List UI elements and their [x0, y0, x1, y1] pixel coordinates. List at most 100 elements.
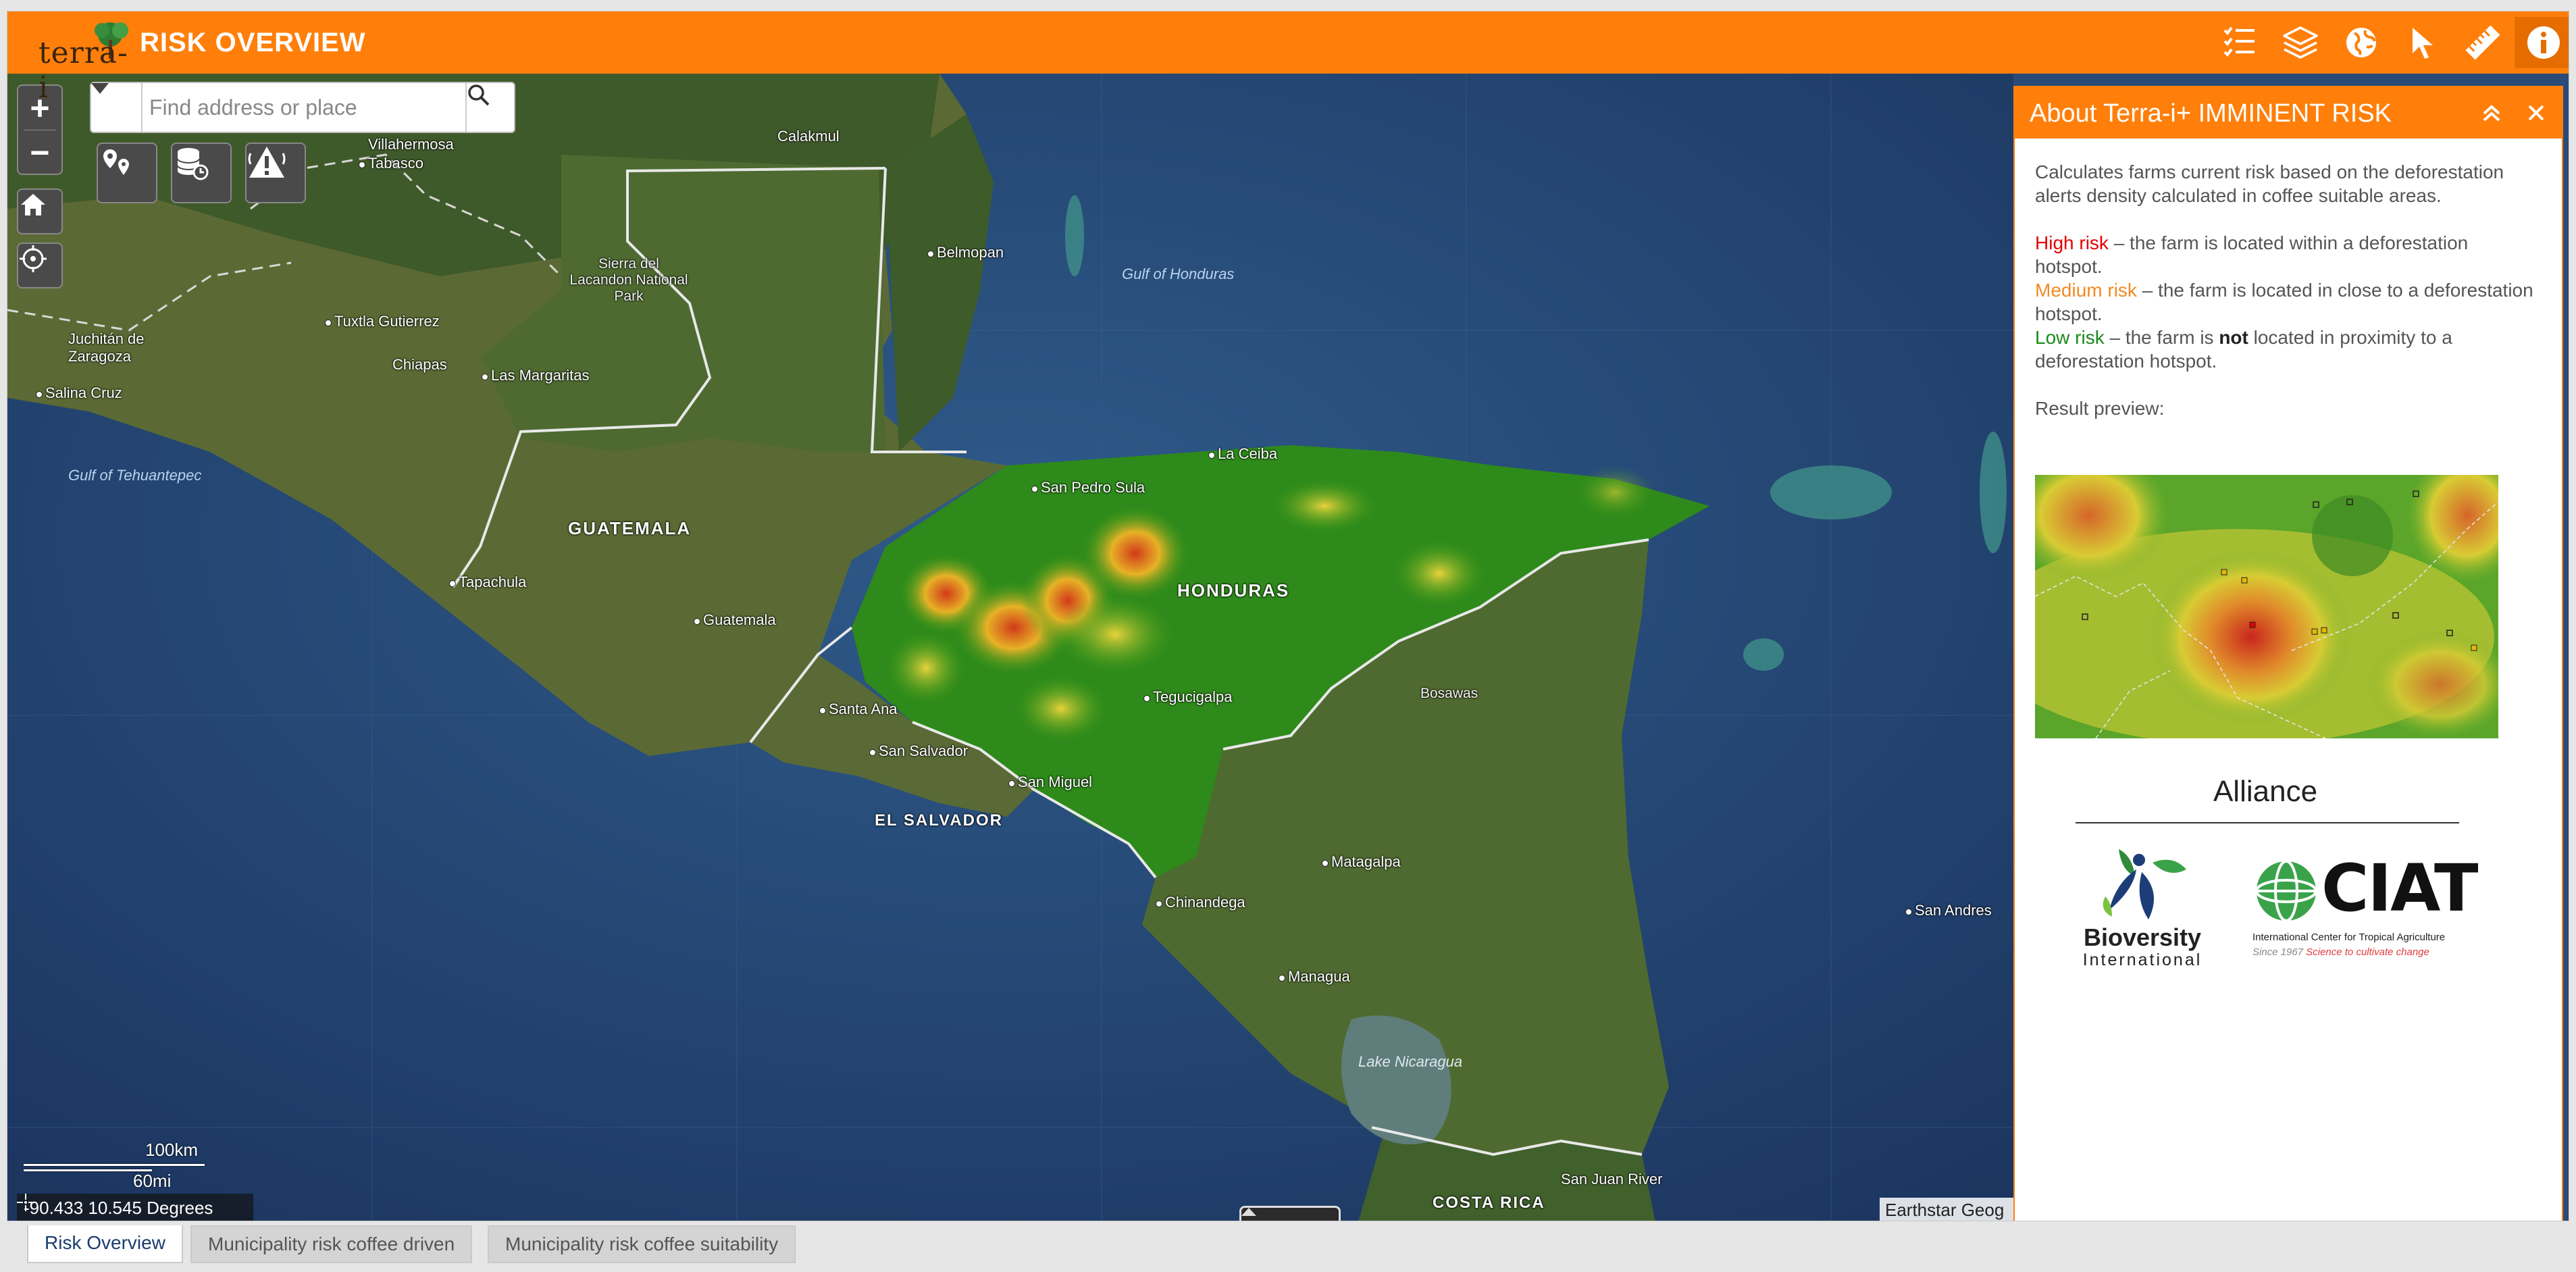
label-calakmul: Calakmul [777, 128, 840, 145]
crosshair-small-icon [17, 1194, 34, 1211]
label-tapachula: Tapachula [448, 574, 527, 590]
close-panel-button[interactable] [2520, 97, 2552, 129]
label-belmopan: Belmopan [927, 244, 1004, 261]
warning-icon [248, 147, 286, 178]
select-button[interactable] [2393, 17, 2451, 68]
label-gulf-honduras: Gulf of Honduras [1122, 265, 1235, 282]
list-button[interactable] [2211, 17, 2269, 68]
label-bosawas: Bosawas [1420, 686, 1478, 701]
label-guatemala-city: Guatemala [694, 611, 776, 628]
label-santa-ana: Santa Ana [819, 701, 898, 717]
globe-icon [2346, 28, 2376, 57]
tab-municipality-coffee-driven[interactable]: Municipality risk coffee driven [190, 1225, 473, 1263]
high-risk-label: High risk [2035, 232, 2109, 253]
ciat-globe-icon [2255, 860, 2317, 922]
panel-title: About Terra-i+ IMMINENT RISK [2030, 99, 2392, 128]
measure-button[interactable] [2454, 17, 2512, 68]
ciat-slogan: Science to cultivate change [2306, 946, 2429, 958]
scale-line-km [24, 1164, 205, 1166]
basemap-button[interactable] [2332, 17, 2390, 68]
low-risk-not: not [2219, 327, 2248, 348]
collapse-panel-button[interactable] [2475, 97, 2508, 129]
label-lake-nicaragua: Lake Nicaragua [1358, 1053, 1463, 1070]
search-icon [468, 84, 490, 106]
label-chiapas: Chiapas [392, 356, 447, 373]
double-chevron-up-icon [2483, 105, 2500, 122]
about-button[interactable] [2515, 17, 2569, 68]
scale-mi-label: 60mi [133, 1171, 172, 1191]
ruler-icon [2465, 25, 2500, 60]
tab-municipality-coffee-suitability[interactable]: Municipality risk coffee suitability [488, 1225, 796, 1263]
label-matagalpa: Matagalpa [1322, 853, 1401, 870]
app-window: terra-i RISK OVERVIEW Calakmul Villaherm… [7, 11, 2569, 1221]
bioversity-subtitle: International [2082, 950, 2203, 969]
coordinate-text: -90.433 10.545 Degrees [24, 1197, 213, 1218]
tab-risk-overview[interactable]: Risk Overview [27, 1225, 183, 1263]
alliance-heading: Alliance [2213, 775, 2318, 808]
label-gulf-tehuantepec: Gulf of Tehuantepec [68, 467, 202, 484]
risk-high-line: High risk – the farm is located within a… [2035, 231, 2535, 278]
label-managua: Managua [1279, 968, 1350, 985]
app-title: RISK OVERVIEW [140, 28, 366, 57]
label-honduras-country: HONDURAS [1177, 580, 1290, 601]
label-las-margaritas: Las Margaritas [482, 367, 590, 384]
label-costa-rica-country: COSTA RICA [1433, 1194, 1545, 1212]
label-juchitan: Juchitán de Zaragoza [68, 330, 145, 365]
locate-button[interactable] [17, 243, 63, 288]
label-san-salvador: San Salvador [869, 742, 969, 759]
crosshair-icon [20, 245, 47, 272]
label-el-salvador-country: EL SALVADOR [875, 811, 1004, 830]
chevron-up-icon [1241, 1208, 1256, 1216]
coordinate-display[interactable]: -90.433 10.545 Degrees [17, 1194, 253, 1221]
app-header: terra-i RISK OVERVIEW [7, 11, 2569, 105]
layers-icon [2283, 26, 2318, 59]
about-panel: About Terra-i+ IMMINENT RISK Calculates … [2013, 86, 2563, 1221]
panel-header: About Terra-i+ IMMINENT RISK [2015, 87, 2562, 138]
view-tab-bar: Risk Overview Municipality risk coffee d… [0, 1221, 2576, 1272]
close-icon [2528, 105, 2544, 121]
cursor-icon [2413, 28, 2433, 59]
ciat-slogan-line: Since 1967 Science to cultivate change [2252, 946, 2429, 958]
data-button[interactable] [171, 143, 232, 203]
scale-km-label: 100km [145, 1140, 199, 1160]
label-tabasco: Tabasco [359, 155, 423, 172]
label-tuxtla: Tuxtla Gutierrez [325, 313, 440, 330]
zoom-out-button[interactable]: − [18, 130, 61, 174]
info-icon [2527, 26, 2560, 59]
panel-content: Calculates farms current risk based on t… [2035, 160, 2535, 420]
label-tegucigalpa: Tegucigalpa [1143, 688, 1233, 705]
layers-button[interactable] [2271, 17, 2329, 68]
medium-risk-label: Medium risk [2035, 280, 2137, 301]
bottom-panel-toggle[interactable] [1239, 1206, 1341, 1221]
terra-i-logo: terra-i [22, 20, 137, 105]
ciat-subtitle: International Center for Tropical Agricu… [2252, 932, 2446, 943]
logo-text: terra-i [38, 36, 128, 105]
database-icon [177, 148, 209, 180]
home-button[interactable] [17, 188, 63, 234]
search-input[interactable] [149, 90, 467, 125]
label-la-ceiba: La Ceiba [1208, 445, 1278, 462]
result-preview-image [2035, 475, 2498, 738]
bioversity-name: Bioversity [2083, 923, 2202, 951]
map-attribution: Earthstar Geog [1880, 1198, 2013, 1221]
ciat-name: CIAT [2321, 850, 2478, 926]
risk-low-line: Low risk – the farm is not located in pr… [2035, 326, 2535, 373]
low-risk-text-1: – the farm is [2104, 327, 2219, 348]
label-villahermosa: Villahermosa [368, 136, 454, 153]
farm-locations-button[interactable] [97, 143, 157, 203]
home-icon [21, 194, 45, 215]
search-button[interactable] [465, 83, 514, 132]
label-salina-cruz: Salina Cruz [36, 384, 122, 401]
label-san-juan-river: San Juan River [1561, 1171, 1663, 1188]
alliance-divider [2076, 822, 2459, 823]
map-view[interactable]: Calakmul Villahermosa Tabasco Belmopan G… [7, 74, 2013, 1221]
label-san-miguel: San Miguel [1008, 773, 1093, 790]
label-chinandega: Chinandega [1156, 894, 1245, 911]
risk-medium-line: Medium risk – the farm is located in clo… [2035, 278, 2535, 326]
map-pins-icon [103, 149, 129, 175]
search-widget [90, 82, 515, 133]
panel-intro: Calculates farms current risk based on t… [2035, 161, 2504, 206]
label-sierra-lacandon: Sierra del Lacandon National Park [569, 256, 688, 304]
label-guatemala-country: GUATEMALA [568, 518, 692, 538]
risk-alerts-button[interactable] [245, 143, 306, 203]
